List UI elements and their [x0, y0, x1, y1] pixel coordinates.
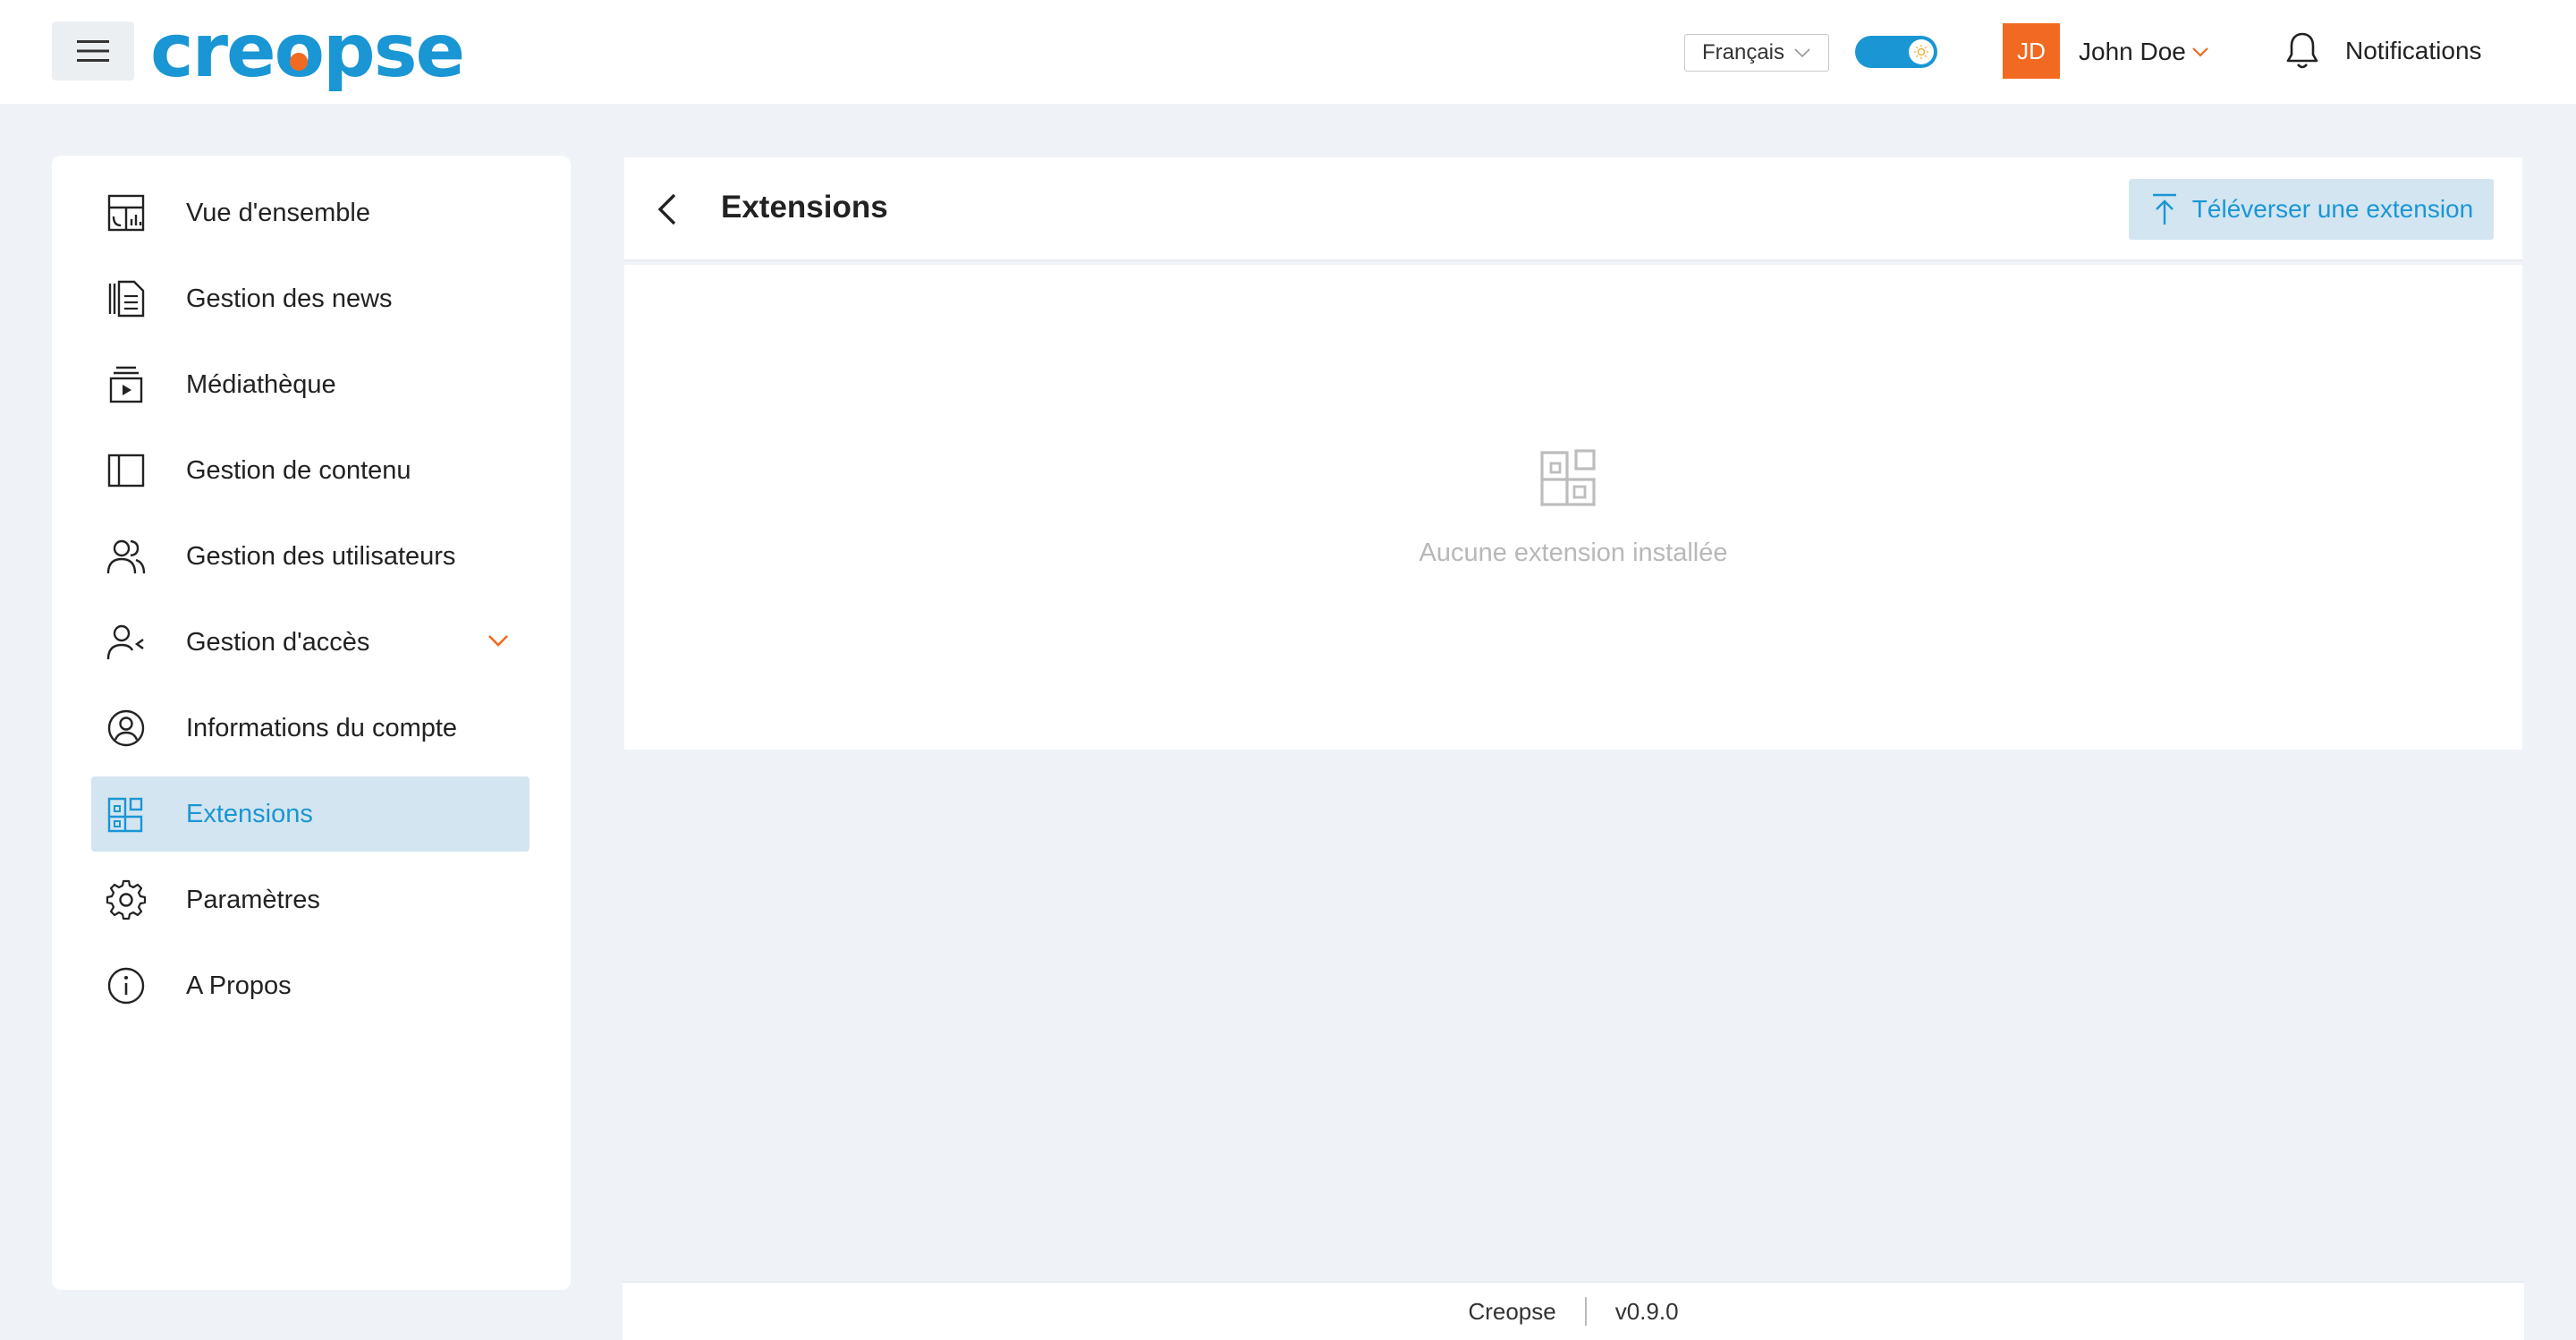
chevron-down-icon[interactable] [487, 632, 510, 649]
upload-extension-label: Téléverser une extension [2191, 195, 2474, 223]
content-layout-icon [106, 450, 147, 491]
upload-extension-button[interactable]: Téléverser une extension [2129, 179, 2494, 240]
info-icon [106, 965, 147, 1006]
account-circle-icon [106, 708, 147, 749]
sidebar-item-news[interactable]: Gestion des news [91, 261, 530, 336]
hamburger-icon [77, 40, 109, 62]
sidebar-item-settings[interactable]: Paramètres [91, 862, 530, 937]
sidebar: Vue d'ensemble Gestion des news Médiathè… [52, 156, 571, 1290]
sidebar-item-label: Gestion des news [186, 284, 393, 313]
sidebar-item-extensions[interactable]: Extensions [91, 776, 530, 852]
dashboard-icon [106, 192, 147, 233]
user-avatar[interactable]: JD [2003, 23, 2060, 79]
sidebar-item-label: Médiathèque [186, 369, 336, 399]
extensions-list-panel: Aucune extension installée [624, 265, 2522, 750]
gear-icon [106, 879, 147, 920]
sidebar-item-about[interactable]: A Propos [91, 948, 530, 1023]
user-access-icon [106, 622, 147, 663]
sidebar-item-label: Paramètres [186, 885, 320, 914]
logo-text: creo pse [150, 8, 465, 94]
language-value: Français [1701, 40, 1785, 64]
hamburger-menu-button[interactable] [52, 21, 134, 81]
extensions-icon [1540, 449, 1596, 506]
page-header: Extensions Téléverser une extension [624, 157, 2522, 261]
upload-icon [2152, 193, 2176, 225]
page-title: Extensions [721, 190, 888, 225]
toggle-knob [1909, 39, 1934, 64]
chevron-down-icon [1794, 48, 1810, 58]
sidebar-item-account[interactable]: Informations du compte [91, 691, 530, 766]
sidebar-item-users[interactable]: Gestion des utilisateurs [91, 519, 530, 594]
extensions-icon [106, 793, 147, 835]
footer: Creopse v0.9.0 [623, 1281, 2524, 1340]
sidebar-item-access[interactable]: Gestion d'accès [91, 605, 530, 680]
sidebar-item-content[interactable]: Gestion de contenu [91, 433, 530, 508]
notifications-label: Notifications [2345, 37, 2482, 64]
footer-brand: Creopse [1468, 1297, 1556, 1325]
creopse-logo[interactable]: creo pse [150, 8, 465, 94]
bell-icon [2286, 32, 2318, 69]
users-icon [106, 536, 147, 577]
footer-divider [1584, 1297, 1587, 1326]
user-name: John Doe [2079, 38, 2186, 65]
theme-toggle[interactable] [1855, 36, 1937, 68]
sidebar-item-label: Gestion de contenu [186, 455, 411, 485]
media-library-icon [106, 364, 147, 405]
notifications-button[interactable]: Notifications [2283, 27, 2482, 75]
sidebar-item-label: Gestion d'accès [186, 627, 370, 657]
sidebar-item-label: Extensions [186, 799, 313, 828]
sun-icon [1914, 45, 1928, 59]
sidebar-item-overview[interactable]: Vue d'ensemble [91, 175, 530, 250]
chevron-down-icon [2192, 47, 2208, 57]
empty-state-message: Aucune extension installée [1419, 539, 1728, 567]
sidebar-item-label: A Propos [186, 971, 292, 1000]
back-arrow-icon[interactable] [649, 190, 689, 229]
user-menu[interactable]: John Doe [2079, 34, 2209, 70]
footer-version: v0.9.0 [1614, 1297, 1679, 1325]
sidebar-item-label: Informations du compte [186, 713, 458, 742]
language-select[interactable]: Français [1684, 34, 1829, 72]
news-icon [106, 278, 147, 319]
sidebar-item-label: Gestion des utilisateurs [186, 541, 456, 571]
sidebar-item-media-library[interactable]: Médiathèque [91, 347, 530, 422]
sidebar-item-label: Vue d'ensemble [186, 198, 370, 227]
top-header: creo pse Français JD John Doe Notificati… [0, 0, 2576, 104]
